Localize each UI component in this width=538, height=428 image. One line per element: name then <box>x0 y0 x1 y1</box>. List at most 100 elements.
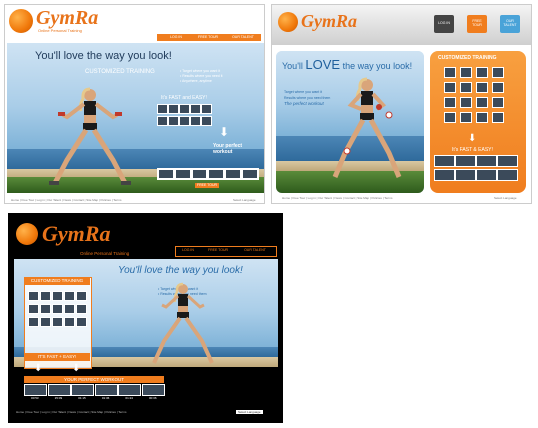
exercise-thumb[interactable] <box>157 104 168 114</box>
exercise-thumb[interactable] <box>64 304 75 314</box>
language-select[interactable]: Select Language <box>494 196 517 200</box>
exercise-grid[interactable] <box>157 104 239 126</box>
fast-easy-label: It's FAST and EASY! <box>161 95 207 101</box>
nav-our-talent[interactable]: OUR TALENT <box>227 35 259 40</box>
workout-thumb[interactable] <box>434 155 455 167</box>
workout-thumb[interactable] <box>497 155 518 167</box>
workout-thumb[interactable] <box>191 169 208 179</box>
exercise-thumb[interactable] <box>460 97 472 108</box>
nav-free-tour[interactable]: FREE TOUR <box>467 15 487 33</box>
language-select[interactable]: Select Language <box>233 198 256 202</box>
workout-strip[interactable] <box>434 155 522 181</box>
exercise-thumb[interactable] <box>52 291 63 301</box>
exercise-thumb[interactable] <box>179 104 190 114</box>
bullet-3: • Anywhere, anytime <box>180 79 212 83</box>
nav-login[interactable]: LOG IN <box>177 248 199 253</box>
exercise-thumb[interactable] <box>492 112 504 123</box>
workout-thumb[interactable] <box>434 169 455 181</box>
exercise-thumb[interactable] <box>460 112 472 123</box>
exercise-thumb[interactable] <box>201 104 212 114</box>
brand-name: GymRa <box>36 7 99 29</box>
nav-our-talent[interactable]: OUR TALENT <box>237 248 273 253</box>
workout-strip[interactable] <box>157 168 259 180</box>
workout-item[interactable]: 01:24 <box>118 384 142 400</box>
workout-thumb[interactable] <box>242 169 258 179</box>
nav-login[interactable]: LOG IN <box>163 35 189 40</box>
exercise-thumb[interactable] <box>492 82 504 93</box>
workout-item[interactable]: 00:36 <box>141 384 165 400</box>
brand-logo[interactable]: GymRa <box>16 221 110 247</box>
workout-item[interactable]: 00:53 <box>24 384 47 400</box>
side-title: CUSTOMIZED TRAINING <box>24 277 90 285</box>
exercise-thumb[interactable] <box>28 304 39 314</box>
workout-thumb[interactable] <box>225 169 242 179</box>
exercise-thumb[interactable] <box>460 82 472 93</box>
workout-thumb[interactable] <box>455 155 476 167</box>
exercise-thumb[interactable] <box>157 116 168 126</box>
workout-thumb[interactable] <box>455 169 476 181</box>
exercise-thumb[interactable] <box>40 291 51 301</box>
exercise-thumb[interactable] <box>52 304 63 314</box>
workout-thumb[interactable] <box>94 384 118 396</box>
exercise-thumb[interactable] <box>179 116 190 126</box>
footer-links[interactable]: Home | Free Tour | Log in | Our Talent |… <box>11 198 121 202</box>
exercise-thumb[interactable] <box>190 104 201 114</box>
exercise-thumb[interactable] <box>52 317 63 327</box>
exercise-grid[interactable] <box>28 291 87 327</box>
workout-thumb[interactable] <box>71 384 95 396</box>
workout-thumb[interactable] <box>497 169 518 181</box>
exercise-thumb[interactable] <box>190 116 201 126</box>
bullet-list: Target where you want it Results where y… <box>284 89 330 107</box>
workout-strip[interactable]: 00:53 15:09 01:15 01:36 01:24 00:36 <box>24 384 165 400</box>
nav-login[interactable]: LOG IN <box>434 15 454 33</box>
exercise-thumb[interactable] <box>201 116 212 126</box>
exercise-thumb[interactable] <box>444 67 456 78</box>
exercise-thumb[interactable] <box>64 291 75 301</box>
nav-free-tour[interactable]: FREE TOUR <box>193 35 223 40</box>
workout-item[interactable]: 01:15 <box>71 384 95 400</box>
logo-ball-icon <box>278 11 298 32</box>
footer-links[interactable]: Home | Free Tour | Log in | Our Talent |… <box>282 196 392 200</box>
workout-thumb[interactable] <box>24 384 47 396</box>
exercise-thumb[interactable] <box>476 112 488 123</box>
exercise-thumb[interactable] <box>168 116 179 126</box>
workout-thumb[interactable] <box>141 384 165 396</box>
headline: You'll love the way you look! <box>35 50 172 62</box>
workout-item[interactable]: 01:36 <box>94 384 118 400</box>
exercise-thumb[interactable] <box>40 317 51 327</box>
workout-thumb[interactable] <box>158 169 174 179</box>
exercise-thumb[interactable] <box>476 97 488 108</box>
language-select[interactable]: Select Language <box>236 410 263 414</box>
exercise-thumb[interactable] <box>28 317 39 327</box>
workout-duration: 00:36 <box>149 396 157 400</box>
exercise-thumb[interactable] <box>444 97 456 108</box>
workout-thumb[interactable] <box>208 169 225 179</box>
exercise-thumb[interactable] <box>28 291 39 301</box>
exercise-grid[interactable] <box>444 67 504 123</box>
exercise-thumb[interactable] <box>492 67 504 78</box>
nav-free-tour[interactable]: FREE TOUR <box>203 248 233 253</box>
exercise-thumb[interactable] <box>76 317 87 327</box>
workout-thumb[interactable] <box>118 384 142 396</box>
brand-logo[interactable]: GymRa <box>278 11 357 32</box>
workout-thumb[interactable] <box>47 384 71 396</box>
brand-logo[interactable]: GymRa Online Personal Training <box>9 8 98 33</box>
footer-links[interactable]: Home | Free Tour | Log in | Our Talent |… <box>16 410 126 414</box>
nav-our-talent[interactable]: OUR TALENT <box>500 15 520 33</box>
exercise-thumb[interactable] <box>444 112 456 123</box>
workout-thumb[interactable] <box>174 169 191 179</box>
exercise-thumb[interactable] <box>476 82 488 93</box>
exercise-thumb[interactable] <box>476 67 488 78</box>
cta-free-tour-button[interactable]: FREE TOUR <box>195 183 219 188</box>
exercise-thumb[interactable] <box>40 304 51 314</box>
exercise-thumb[interactable] <box>76 291 87 301</box>
exercise-thumb[interactable] <box>460 67 472 78</box>
exercise-thumb[interactable] <box>492 97 504 108</box>
workout-thumb[interactable] <box>476 169 497 181</box>
exercise-thumb[interactable] <box>76 304 87 314</box>
exercise-thumb[interactable] <box>444 82 456 93</box>
exercise-thumb[interactable] <box>64 317 75 327</box>
exercise-thumb[interactable] <box>168 104 179 114</box>
workout-item[interactable]: 15:09 <box>47 384 71 400</box>
workout-thumb[interactable] <box>476 155 497 167</box>
